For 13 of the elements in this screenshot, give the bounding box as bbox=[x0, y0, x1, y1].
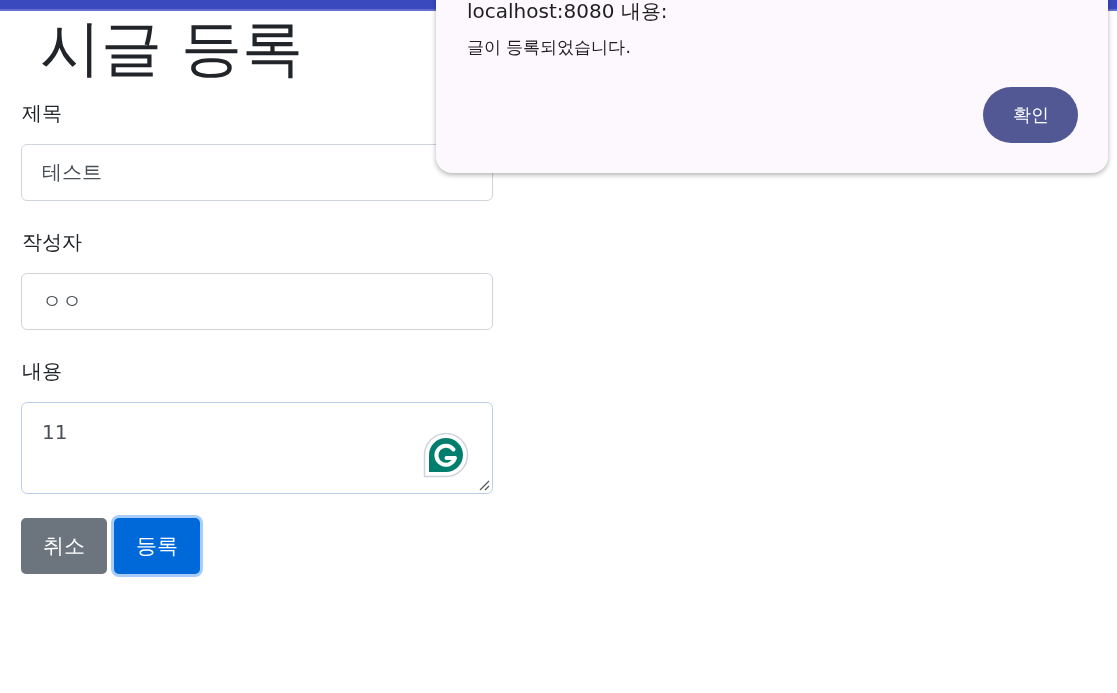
field-label: 제목 bbox=[21, 100, 62, 127]
field-label: 작성자 bbox=[21, 229, 82, 256]
cancel-button[interactable]: 취소 bbox=[21, 518, 107, 574]
field-label: 내용 bbox=[21, 358, 62, 385]
textarea-input[interactable]: 11 bbox=[21, 402, 493, 494]
confirm-button[interactable]: 확인 bbox=[983, 87, 1078, 143]
resize-grip-icon[interactable] bbox=[479, 480, 490, 491]
g-logo-icon[interactable] bbox=[423, 432, 469, 478]
page-title: 시글 등록 bbox=[40, 12, 304, 83]
dialog-title: localhost:8080 내용: bbox=[467, 0, 668, 22]
text-input[interactable]: ㅇㅇ bbox=[21, 273, 493, 330]
submit-button[interactable]: 등록 bbox=[114, 518, 200, 574]
dialog-message: 글이 등록되었습니다. bbox=[467, 36, 631, 58]
